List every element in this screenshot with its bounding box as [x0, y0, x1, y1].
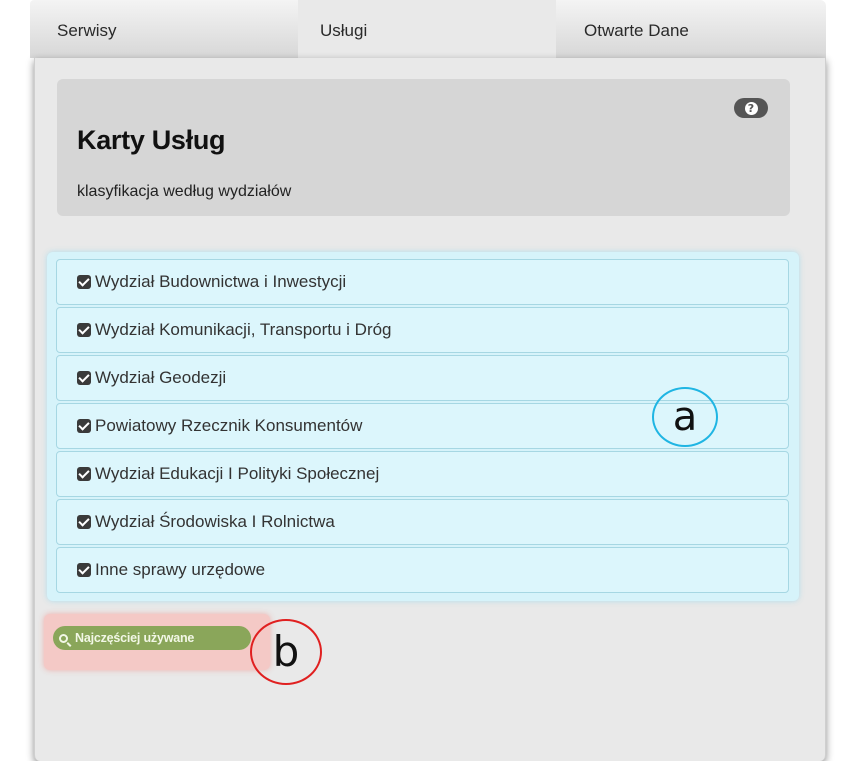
list-item-label: Inne sprawy urzędowe: [95, 560, 266, 579]
checked-checkbox-icon: [77, 323, 91, 337]
list-item-label: Wydział Geodezji: [95, 368, 227, 387]
tab-label: Usługi: [320, 21, 368, 40]
most-used-label: Najczęściej używane: [75, 631, 195, 645]
checked-checkbox-icon: [77, 419, 91, 433]
checked-checkbox-icon: [77, 563, 91, 577]
tab-serwisy[interactable]: Serwisy: [30, 0, 298, 58]
list-item-edukacja[interactable]: Wydział Edukacji I Polityki Społecznej: [56, 451, 789, 497]
search-icon: [59, 633, 68, 643]
list-item-komunikacja[interactable]: Wydział Komunikacji, Transportu i Dróg: [56, 307, 789, 353]
list-item-label: Wydział Edukacji I Polityki Społecznej: [95, 464, 380, 483]
checked-checkbox-icon: [77, 275, 91, 289]
tab-otwarte-dane[interactable]: Otwarte Dane: [556, 0, 826, 58]
page-subtitle: klasyfikacja według wydziałów: [77, 183, 292, 200]
list-item-label: Wydział Budownictwa i Inwestycji: [95, 272, 347, 291]
list-item-label: Powiatowy Rzecznik Konsumentów: [95, 416, 363, 435]
list-item-label: Wydział Środowiska I Rolnictwa: [95, 512, 335, 531]
annotation-b: b: [250, 619, 322, 685]
checked-checkbox-icon: [77, 515, 91, 529]
annotation-a: a: [652, 387, 718, 447]
question-circle-icon[interactable]: ?: [734, 98, 768, 118]
checked-checkbox-icon: [77, 371, 91, 385]
page: Serwisy Usługi Otwarte Dane Karty Usług …: [0, 0, 856, 761]
tab-label: Serwisy: [57, 21, 117, 40]
tab-label: Otwarte Dane: [584, 21, 689, 40]
checked-checkbox-icon: [77, 467, 91, 481]
list-item-budownictwo[interactable]: Wydział Budownictwa i Inwestycji: [56, 259, 789, 305]
header-box: Karty Usług klasyfikacja według wydziałó…: [57, 79, 790, 216]
list-item-srodowisko[interactable]: Wydział Środowiska I Rolnictwa: [56, 499, 789, 545]
page-title: Karty Usług: [77, 125, 226, 155]
tab-uslugi[interactable]: Usługi: [298, 0, 556, 58]
list-item-inne[interactable]: Inne sprawy urzędowe: [56, 547, 789, 593]
list-item-label: Wydział Komunikacji, Transportu i Dróg: [95, 320, 392, 339]
most-used-button[interactable]: Najczęściej używane: [53, 626, 251, 650]
